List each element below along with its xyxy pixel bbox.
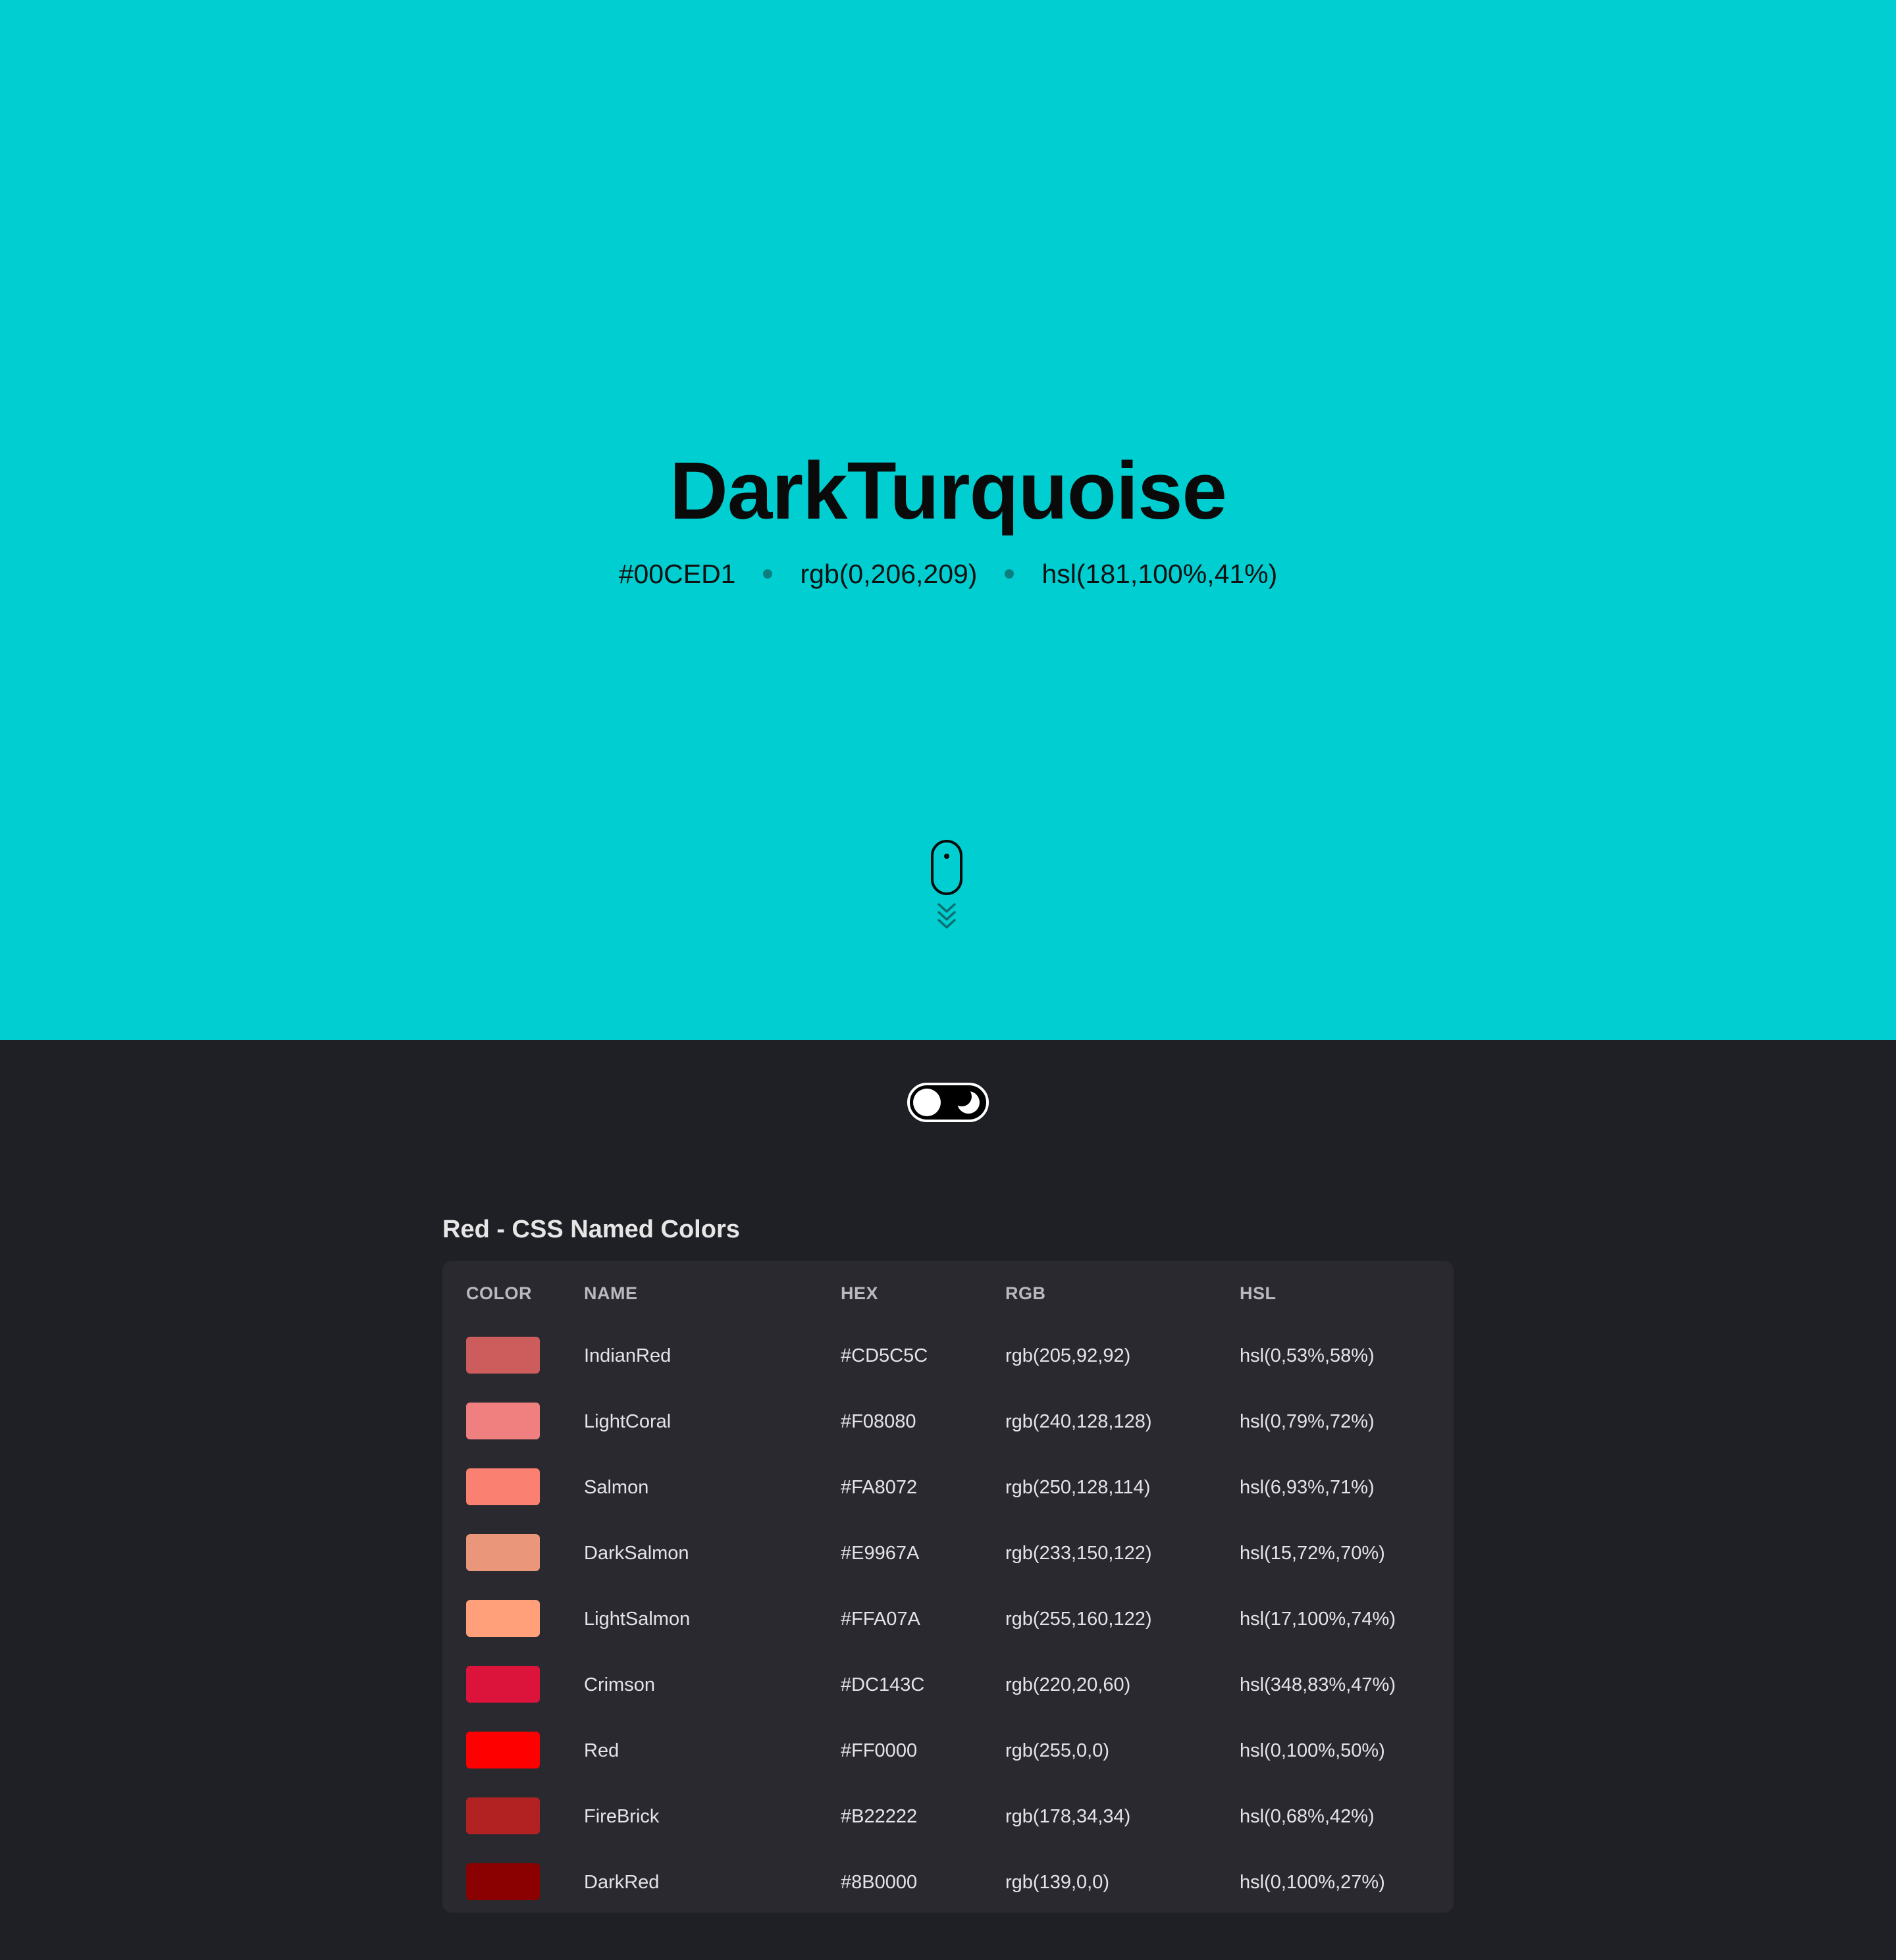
color-name-cell[interactable]: DarkRed: [584, 1869, 659, 1896]
hsl-cell: hsl(17,100%,74%): [1240, 1609, 1396, 1630]
hex-cell: #B22222: [841, 1806, 918, 1827]
table-row[interactable]: IndianRed #CD5C5C rgb(205,92,92) hsl(0,53%,…: [442, 1323, 1454, 1389]
rgb-cell: rgb(250,128,114): [1005, 1477, 1151, 1498]
hsl-cell: hsl(6,93%,71%): [1240, 1477, 1375, 1498]
table-row[interactable]: DarkRed #8B0000 rgb(139,0,0) hsl(0,100%,27%…: [442, 1849, 1454, 1915]
rgb-cell: rgb(220,20,60): [1005, 1674, 1131, 1695]
table-row[interactable]: DarkSalmon #E9967A rgb(233,150,122) hsl(15,…: [442, 1520, 1454, 1586]
color-swatch[interactable]: [466, 1666, 540, 1703]
color-swatch[interactable]: [466, 1600, 540, 1637]
header-hsl: HSL: [1240, 1283, 1277, 1303]
section-title: Red - CSS Named Colors: [442, 1216, 740, 1243]
color-name-cell[interactable]: DarkSalmon: [584, 1540, 689, 1566]
colors-table: COLOR NAME HEX RGB HSL IndianRed #CD5C5C r…: [442, 1261, 1454, 1913]
hsl-value[interactable]: hsl(181,100%,41%): [1041, 557, 1277, 591]
color-swatch[interactable]: [466, 1732, 540, 1768]
header-rgb: RGB: [1005, 1283, 1046, 1303]
header-name: NAME: [584, 1283, 638, 1303]
rgb-cell: rgb(233,150,122): [1005, 1543, 1152, 1564]
table-row[interactable]: LightSalmon #FFA07A rgb(255,160,122) hsl(17…: [442, 1586, 1454, 1652]
hsl-cell: hsl(0,53%,58%): [1240, 1345, 1375, 1366]
color-name-title: DarkTurquoise: [670, 446, 1227, 536]
color-swatch[interactable]: [466, 1403, 540, 1439]
color-values: #00CED1 rgb(0,206,209) hsl(181,100%,41%): [0, 557, 1896, 591]
hex-cell: #CD5C5C: [841, 1345, 928, 1366]
hsl-cell: hsl(15,72%,70%): [1240, 1543, 1385, 1564]
scroll-indicator[interactable]: [930, 838, 966, 937]
table-row[interactable]: Crimson #DC143C rgb(220,20,60) hsl(348,83%,…: [442, 1652, 1454, 1718]
separator-dot: [1005, 569, 1014, 579]
rgb-cell: rgb(139,0,0): [1005, 1872, 1109, 1893]
rgb-cell: rgb(255,160,122): [1005, 1609, 1152, 1630]
chevrons-down-icon: [937, 903, 956, 929]
hsl-cell: hsl(0,100%,50%): [1240, 1740, 1385, 1761]
separator-dot: [763, 569, 773, 579]
color-name-cell[interactable]: IndianRed: [584, 1343, 671, 1369]
color-swatch[interactable]: [466, 1337, 540, 1374]
hex-cell: #F08080: [841, 1411, 916, 1432]
color-name-cell[interactable]: Red: [584, 1738, 619, 1764]
color-swatch[interactable]: [466, 1468, 540, 1505]
rgb-cell: rgb(240,128,128): [1005, 1411, 1152, 1432]
hsl-cell: hsl(348,83%,47%): [1240, 1674, 1396, 1695]
hsl-cell: hsl(0,100%,27%): [1240, 1872, 1385, 1893]
color-name-cell[interactable]: LightSalmon: [584, 1606, 690, 1632]
color-name-cell[interactable]: Salmon: [584, 1474, 648, 1501]
header-color: COLOR: [466, 1283, 532, 1303]
hex-value[interactable]: #00CED1: [619, 557, 736, 591]
hex-cell: #FF0000: [841, 1740, 918, 1761]
color-swatch[interactable]: [466, 1863, 540, 1900]
table-row[interactable]: LightCoral #F08080 rgb(240,128,128) hsl(0,7…: [442, 1389, 1454, 1455]
hsl-cell: hsl(0,79%,72%): [1240, 1411, 1375, 1432]
color-name-cell[interactable]: Crimson: [584, 1672, 655, 1698]
rgb-value[interactable]: rgb(0,206,209): [800, 557, 977, 591]
hex-cell: #8B0000: [841, 1872, 918, 1893]
hex-cell: #FFA07A: [841, 1609, 920, 1630]
rgb-cell: rgb(205,92,92): [1005, 1345, 1131, 1366]
color-hero: DarkTurquoise #00CED1 rgb(0,206,209) hsl…: [0, 0, 1896, 1040]
table-row[interactable]: Red #FF0000 rgb(255,0,0) hsl(0,100%,50%): [442, 1718, 1454, 1784]
hex-cell: #DC143C: [841, 1674, 925, 1695]
hex-cell: #E9967A: [841, 1543, 920, 1564]
hsl-cell: hsl(0,68%,42%): [1240, 1806, 1375, 1827]
color-swatch[interactable]: [466, 1797, 540, 1834]
color-name-cell[interactable]: FireBrick: [584, 1803, 659, 1830]
rgb-cell: rgb(178,34,34): [1005, 1806, 1131, 1827]
color-name-cell[interactable]: LightCoral: [584, 1408, 671, 1435]
theme-toggle[interactable]: [907, 1082, 989, 1123]
mouse-scroll-icon: [931, 840, 962, 929]
hex-cell: #FA8072: [841, 1477, 918, 1498]
sun-circle-icon: [913, 1089, 941, 1116]
named-colors-section: Red - CSS Named Colors COLOR NAME HEX RG…: [442, 1211, 1454, 1913]
table-header: COLOR NAME HEX RGB HSL: [442, 1261, 1454, 1329]
table-row[interactable]: FireBrick #B22222 rgb(178,34,34) hsl(0,68%,…: [442, 1784, 1454, 1849]
color-swatch[interactable]: [466, 1534, 540, 1571]
table-row[interactable]: Salmon #FA8072 rgb(250,128,114) hsl(6,93%,7…: [442, 1455, 1454, 1520]
header-hex: HEX: [841, 1283, 879, 1303]
rgb-cell: rgb(255,0,0): [1005, 1740, 1109, 1761]
